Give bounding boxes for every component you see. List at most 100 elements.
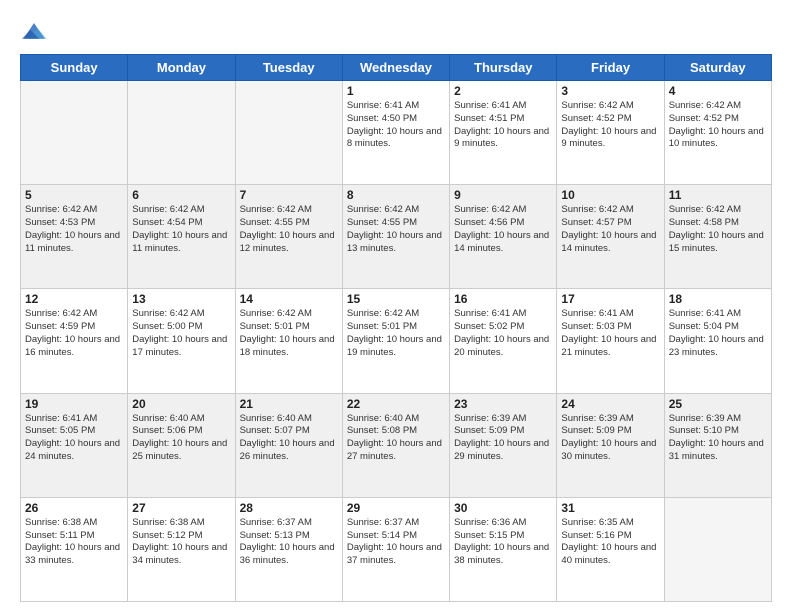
calendar-cell: 18 Sunrise: 6:41 AM Sunset: 5:04 PM Dayli… [664,289,771,393]
calendar-cell: 23Sunrise: 6:39 AM Sunset: 5:09 PM Dayli… [450,393,557,497]
calendar-week-row: 1Sunrise: 6:41 AM Sunset: 4:50 PM Daylig… [21,81,772,185]
calendar-cell: 3Sunrise: 6:42 AM Sunset: 4:52 PM Daylig… [557,81,664,185]
day-number: 1 [347,84,445,98]
day-number: 18 [669,292,767,306]
calendar-cell: 21 Sunrise: 6:40 AM Sunset: 5:07 PM Dayli… [235,393,342,497]
header [20,16,772,44]
day-number: 10 [561,188,659,202]
calendar-cell [235,81,342,185]
calendar-cell: 24 Sunrise: 6:39 AM Sunset: 5:09 PM Dayli… [557,393,664,497]
day-number: 28 [240,501,338,515]
calendar-cell: 19Sunrise: 6:41 AM Sunset: 5:05 PM Dayli… [21,393,128,497]
day-info: Sunrise: 6:36 AM Sunset: 5:15 PM Dayligh… [454,517,552,568]
calendar-cell: 6Sunrise: 6:42 AM Sunset: 4:54 PM Daylig… [128,185,235,289]
day-number: 15 [347,292,445,306]
calendar-cell: 9 Sunrise: 6:42 AM Sunset: 4:56 PM Daylig… [450,185,557,289]
col-header-monday: Monday [128,55,235,81]
day-number: 2 [454,84,552,98]
col-header-saturday: Saturday [664,55,771,81]
day-info: Sunrise: 6:41 AM Sunset: 4:51 PM Dayligh… [454,100,552,151]
calendar-cell: 27 Sunrise: 6:38 AM Sunset: 5:12 PM Dayli… [128,497,235,601]
calendar-cell: 7Sunrise: 6:42 AM Sunset: 4:55 PM Daylig… [235,185,342,289]
day-info: Sunrise: 6:38 AM Sunset: 5:12 PM Dayligh… [132,517,230,568]
day-info: Sunrise: 6:42 AM Sunset: 4:52 PM Dayligh… [669,100,767,151]
col-header-wednesday: Wednesday [342,55,449,81]
calendar-cell: 26 Sunrise: 6:38 AM Sunset: 5:11 PM Dayli… [21,497,128,601]
col-header-sunday: Sunday [21,55,128,81]
day-number: 25 [669,397,767,411]
day-number: 17 [561,292,659,306]
calendar-cell: 2 Sunrise: 6:41 AM Sunset: 4:51 PM Daylig… [450,81,557,185]
day-info: Sunrise: 6:37 AM Sunset: 5:14 PM Dayligh… [347,517,445,568]
day-number: 14 [240,292,338,306]
day-number: 3 [561,84,659,98]
day-info: Sunrise: 6:42 AM Sunset: 5:01 PM Dayligh… [347,308,445,359]
day-info: Sunrise: 6:42 AM Sunset: 4:59 PM Dayligh… [25,308,123,359]
calendar-week-row: 19Sunrise: 6:41 AM Sunset: 5:05 PM Dayli… [21,393,772,497]
calendar-cell: 1Sunrise: 6:41 AM Sunset: 4:50 PM Daylig… [342,81,449,185]
day-number: 27 [132,501,230,515]
day-number: 29 [347,501,445,515]
day-info: Sunrise: 6:42 AM Sunset: 4:55 PM Dayligh… [347,204,445,255]
day-info: Sunrise: 6:39 AM Sunset: 5:09 PM Dayligh… [561,413,659,464]
day-info: Sunrise: 6:42 AM Sunset: 4:56 PM Dayligh… [454,204,552,255]
day-number: 26 [25,501,123,515]
calendar-cell: 29 Sunrise: 6:37 AM Sunset: 5:14 PM Dayli… [342,497,449,601]
calendar-cell: 14 Sunrise: 6:42 AM Sunset: 5:01 PM Dayli… [235,289,342,393]
day-number: 16 [454,292,552,306]
calendar-cell: 31 Sunrise: 6:35 AM Sunset: 5:16 PM Dayli… [557,497,664,601]
day-info: Sunrise: 6:41 AM Sunset: 5:04 PM Dayligh… [669,308,767,359]
day-number: 12 [25,292,123,306]
calendar-cell: 8 Sunrise: 6:42 AM Sunset: 4:55 PM Daylig… [342,185,449,289]
calendar-cell [128,81,235,185]
calendar-cell: 13Sunrise: 6:42 AM Sunset: 5:00 PM Dayli… [128,289,235,393]
calendar-cell: 22 Sunrise: 6:40 AM Sunset: 5:08 PM Dayli… [342,393,449,497]
logo-icon [20,16,48,44]
day-number: 11 [669,188,767,202]
logo [20,16,52,44]
calendar-cell: 28 Sunrise: 6:37 AM Sunset: 5:13 PM Dayli… [235,497,342,601]
day-info: Sunrise: 6:42 AM Sunset: 4:53 PM Dayligh… [25,204,123,255]
day-number: 30 [454,501,552,515]
calendar-cell: 16 Sunrise: 6:41 AM Sunset: 5:02 PM Dayli… [450,289,557,393]
day-number: 5 [25,188,123,202]
calendar-cell: 12 Sunrise: 6:42 AM Sunset: 4:59 PM Dayli… [21,289,128,393]
col-header-tuesday: Tuesday [235,55,342,81]
day-number: 20 [132,397,230,411]
calendar-cell: 15 Sunrise: 6:42 AM Sunset: 5:01 PM Dayli… [342,289,449,393]
calendar-cell: 17Sunrise: 6:41 AM Sunset: 5:03 PM Dayli… [557,289,664,393]
calendar-header-row: SundayMondayTuesdayWednesdayThursdayFrid… [21,55,772,81]
calendar-table: SundayMondayTuesdayWednesdayThursdayFrid… [20,54,772,602]
day-number: 19 [25,397,123,411]
col-header-friday: Friday [557,55,664,81]
day-info: Sunrise: 6:42 AM Sunset: 4:55 PM Dayligh… [240,204,338,255]
day-info: Sunrise: 6:40 AM Sunset: 5:08 PM Dayligh… [347,413,445,464]
day-info: Sunrise: 6:38 AM Sunset: 5:11 PM Dayligh… [25,517,123,568]
day-info: Sunrise: 6:37 AM Sunset: 5:13 PM Dayligh… [240,517,338,568]
calendar-cell: 20Sunrise: 6:40 AM Sunset: 5:06 PM Dayli… [128,393,235,497]
page: SundayMondayTuesdayWednesdayThursdayFrid… [0,0,792,612]
day-number: 23 [454,397,552,411]
col-header-thursday: Thursday [450,55,557,81]
calendar-cell: 11 Sunrise: 6:42 AM Sunset: 4:58 PM Dayli… [664,185,771,289]
day-number: 24 [561,397,659,411]
day-info: Sunrise: 6:39 AM Sunset: 5:10 PM Dayligh… [669,413,767,464]
calendar-week-row: 26 Sunrise: 6:38 AM Sunset: 5:11 PM Dayli… [21,497,772,601]
calendar-cell: 10Sunrise: 6:42 AM Sunset: 4:57 PM Dayli… [557,185,664,289]
day-info: Sunrise: 6:35 AM Sunset: 5:16 PM Dayligh… [561,517,659,568]
calendar-week-row: 5 Sunrise: 6:42 AM Sunset: 4:53 PM Daylig… [21,185,772,289]
calendar-cell [664,497,771,601]
day-info: Sunrise: 6:42 AM Sunset: 5:01 PM Dayligh… [240,308,338,359]
day-info: Sunrise: 6:41 AM Sunset: 5:02 PM Dayligh… [454,308,552,359]
day-number: 31 [561,501,659,515]
day-number: 9 [454,188,552,202]
day-info: Sunrise: 6:42 AM Sunset: 4:54 PM Dayligh… [132,204,230,255]
calendar-cell: 5 Sunrise: 6:42 AM Sunset: 4:53 PM Daylig… [21,185,128,289]
day-number: 22 [347,397,445,411]
calendar-cell: 30 Sunrise: 6:36 AM Sunset: 5:15 PM Dayli… [450,497,557,601]
day-number: 21 [240,397,338,411]
calendar-cell [21,81,128,185]
day-info: Sunrise: 6:40 AM Sunset: 5:07 PM Dayligh… [240,413,338,464]
day-info: Sunrise: 6:42 AM Sunset: 4:58 PM Dayligh… [669,204,767,255]
day-number: 8 [347,188,445,202]
